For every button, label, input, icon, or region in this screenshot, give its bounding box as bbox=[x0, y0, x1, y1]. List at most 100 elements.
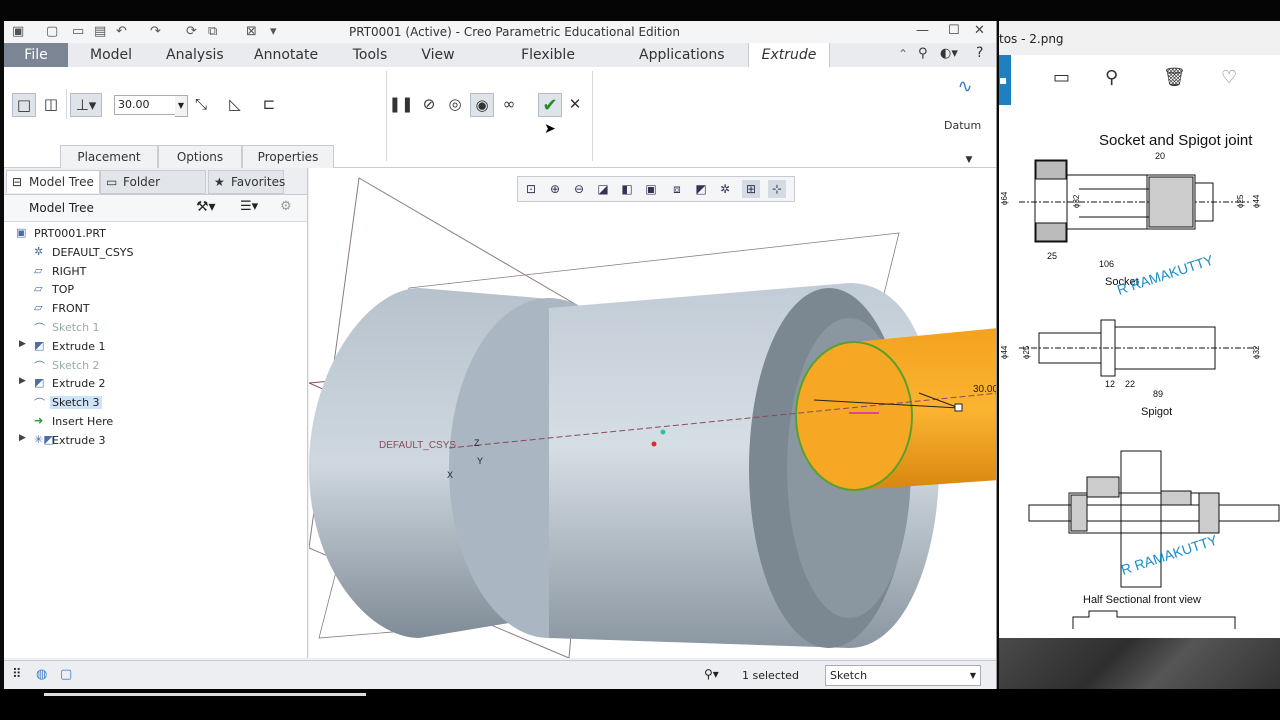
top-black-bar bbox=[0, 0, 1280, 21]
drag-handle[interactable] bbox=[954, 403, 963, 412]
expand-icon[interactable]: ▶ bbox=[19, 339, 26, 349]
tree-item-right[interactable]: ▱ RIGHT bbox=[4, 262, 304, 281]
verify-preview-icon[interactable]: ◉ bbox=[470, 93, 494, 117]
regenerate-icon[interactable]: ⟳ bbox=[186, 24, 197, 39]
message-area-icon[interactable]: ⠿ bbox=[12, 667, 22, 682]
tree-item-front[interactable]: ▱ FRONT bbox=[4, 299, 304, 318]
depth-input[interactable]: 30.00 bbox=[114, 95, 181, 115]
solid-icon[interactable]: □ bbox=[12, 93, 36, 117]
save-icon[interactable]: ▤ bbox=[94, 24, 106, 39]
tree-item-top[interactable]: ▱ TOP bbox=[4, 280, 304, 299]
selected-count[interactable]: 1 selected bbox=[742, 669, 799, 682]
tree-item-sketch-1[interactable]: ⌒ Sketch 1 bbox=[4, 318, 304, 337]
tab-applications[interactable]: Applications bbox=[639, 43, 725, 67]
close-icon[interactable]: ✕ bbox=[974, 23, 985, 38]
full-screen-icon[interactable]: ▢ bbox=[60, 667, 72, 682]
cancel-icon[interactable]: ✕ bbox=[564, 93, 586, 115]
no-preview-icon[interactable]: ⊘ bbox=[418, 93, 440, 115]
pause-icon[interactable]: ❚❚ bbox=[388, 93, 413, 115]
zoom-in-icon[interactable]: ⊕ bbox=[546, 180, 564, 198]
find-icon[interactable]: ⚲▾ bbox=[704, 667, 719, 681]
tree-item-sketch-3[interactable]: ⌒ Sketch 3 bbox=[4, 393, 304, 412]
selection-filter[interactable]: Sketch ▼ bbox=[825, 665, 981, 686]
datum-label[interactable]: Datum bbox=[944, 119, 981, 132]
view-toolbar: ⊡ ⊕ ⊖ ◪ ◧ ▣ ⧈ ◩ ✲ ⊞ ⊹ bbox=[517, 176, 795, 202]
saved-orientations-icon[interactable]: ▣ bbox=[642, 180, 660, 198]
graphics-window[interactable]: 30.00 DEFAULT_CSYS Z Y X ⊡ ⊕ ⊖ ◪ ◧ ▣ ⧈ ◩… bbox=[309, 168, 996, 658]
tab-model-tree[interactable]: ⊟ Model Tree bbox=[6, 170, 100, 193]
expand-icon[interactable]: ▶ bbox=[19, 376, 26, 386]
depth-blind-icon[interactable]: ⊥▾ bbox=[70, 93, 102, 117]
tab-extrude[interactable]: Extrude bbox=[748, 43, 830, 68]
tab-model[interactable]: Model bbox=[90, 43, 132, 67]
search-icon[interactable]: ⚲ bbox=[918, 46, 928, 61]
tab-analysis[interactable]: Analysis bbox=[166, 43, 224, 67]
tree-item-extrude-1[interactable]: ▶ ◩ Extrude 1 bbox=[4, 337, 304, 356]
favorite-heart-icon[interactable]: ♡ bbox=[1221, 67, 1237, 88]
help-icon[interactable]: ? bbox=[976, 45, 983, 61]
thicken-sketch-icon[interactable]: ⊏ bbox=[258, 93, 280, 115]
datum-display-icon[interactable]: ✲ bbox=[716, 180, 734, 198]
minimize-icon[interactable]: — bbox=[916, 23, 929, 38]
tab-view[interactable]: View bbox=[420, 43, 456, 67]
surface-icon[interactable]: ◫ bbox=[40, 93, 62, 115]
dimension-label[interactable]: 30.00 bbox=[973, 384, 996, 395]
glasses-preview-icon[interactable]: ∞ bbox=[498, 93, 520, 115]
tab-annotate[interactable]: Annotate bbox=[254, 43, 318, 67]
customize-dropdown-icon[interactable]: ▾ bbox=[270, 24, 277, 39]
tab-folder-browser[interactable]: ▭Folder Browser bbox=[100, 170, 206, 211]
datum-dropdown-icon[interactable]: ▼ bbox=[958, 155, 980, 165]
subtab-properties[interactable]: Properties bbox=[242, 145, 334, 168]
redo-icon[interactable]: ↷ bbox=[150, 24, 161, 39]
datum-curve-icon[interactable]: ∿ bbox=[954, 75, 976, 97]
community-icon[interactable]: ◐▾ bbox=[940, 46, 958, 61]
annotation-display-icon[interactable]: ⊞ bbox=[742, 180, 760, 198]
spin-center-icon[interactable]: ⊹ bbox=[768, 180, 786, 198]
repaint-icon[interactable]: ◪ bbox=[594, 180, 612, 198]
filter-dropdown-icon[interactable]: ▼ bbox=[970, 666, 976, 685]
tab-favorites[interactable]: ★ Favorites bbox=[208, 170, 285, 194]
tree-item-extrude-2[interactable]: ▶ ◩ Extrude 2 bbox=[4, 374, 304, 393]
attached-preview-icon[interactable]: ◎ bbox=[444, 93, 466, 115]
collapse-ribbon-icon[interactable]: ⌃ bbox=[898, 47, 908, 61]
undo-icon[interactable]: ↶ bbox=[116, 24, 127, 39]
new-file-icon[interactable]: ▢ bbox=[46, 24, 58, 39]
slideshow-icon[interactable]: ▭ bbox=[1053, 67, 1070, 88]
csys-icon: ✲ bbox=[34, 244, 44, 258]
tools-icon[interactable]: ⚒▾ bbox=[196, 199, 216, 215]
tree-item-extrude-3[interactable]: ▶ ✳◩ Extrude 3 bbox=[4, 431, 304, 450]
refit-icon[interactable]: ⊡ bbox=[522, 180, 540, 198]
tree-item-sketch-2[interactable]: ⌒ Sketch 2 bbox=[4, 356, 304, 375]
zoom-icon[interactable]: ⚲ bbox=[1105, 67, 1118, 88]
display-style-icon[interactable]: ◧ bbox=[618, 180, 636, 198]
open-file-icon[interactable]: ▭ bbox=[72, 24, 84, 39]
subtab-options[interactable]: Options bbox=[158, 145, 242, 168]
sketch-circle[interactable] bbox=[795, 341, 913, 491]
svg-text:ϕ25: ϕ25 bbox=[1236, 194, 1245, 208]
settings-icon[interactable]: ⚙ bbox=[280, 199, 292, 214]
3d-model-view[interactable]: 30.00 DEFAULT_CSYS Z Y X bbox=[309, 168, 996, 658]
expand-icon[interactable]: ▶ bbox=[19, 433, 26, 443]
zoom-out-icon[interactable]: ⊖ bbox=[570, 180, 588, 198]
tree-item-default-csys[interactable]: ✲ DEFAULT_CSYS bbox=[4, 243, 304, 262]
windows-icon[interactable]: ⧉ bbox=[208, 24, 217, 39]
depth-dropdown-icon[interactable]: ▼ bbox=[175, 95, 188, 117]
flip-direction-icon[interactable]: ⤡ bbox=[190, 93, 212, 115]
remove-material-icon[interactable]: ◺ bbox=[224, 93, 246, 115]
tree-item-insert-here[interactable]: ➜ Insert Here bbox=[4, 412, 304, 431]
browser-icon[interactable]: ◍ bbox=[36, 667, 47, 682]
tree-item-prt0001-prt[interactable]: ▣ PRT0001.PRT bbox=[4, 224, 304, 243]
subtab-placement[interactable]: Placement bbox=[60, 145, 158, 168]
maximize-icon[interactable]: ☐ bbox=[948, 23, 960, 38]
ok-checkmark-icon[interactable]: ✔ bbox=[538, 93, 562, 117]
edit-icon[interactable]: ▪ bbox=[999, 55, 1011, 105]
tab-file[interactable]: File bbox=[4, 43, 68, 67]
show-icon[interactable]: ☰▾ bbox=[240, 199, 258, 214]
close-window-icon[interactable]: ⊠ bbox=[246, 24, 257, 39]
tab-tools[interactable]: Tools bbox=[350, 43, 390, 67]
perspective-icon[interactable]: ◩ bbox=[692, 180, 710, 198]
progress-line bbox=[44, 693, 366, 696]
delete-icon[interactable]: 🗑 bbox=[1163, 67, 1186, 88]
tab-flexible-modeling[interactable]: Flexible Modeling bbox=[489, 43, 607, 87]
view-manager-icon[interactable]: ⧈ bbox=[668, 180, 686, 198]
